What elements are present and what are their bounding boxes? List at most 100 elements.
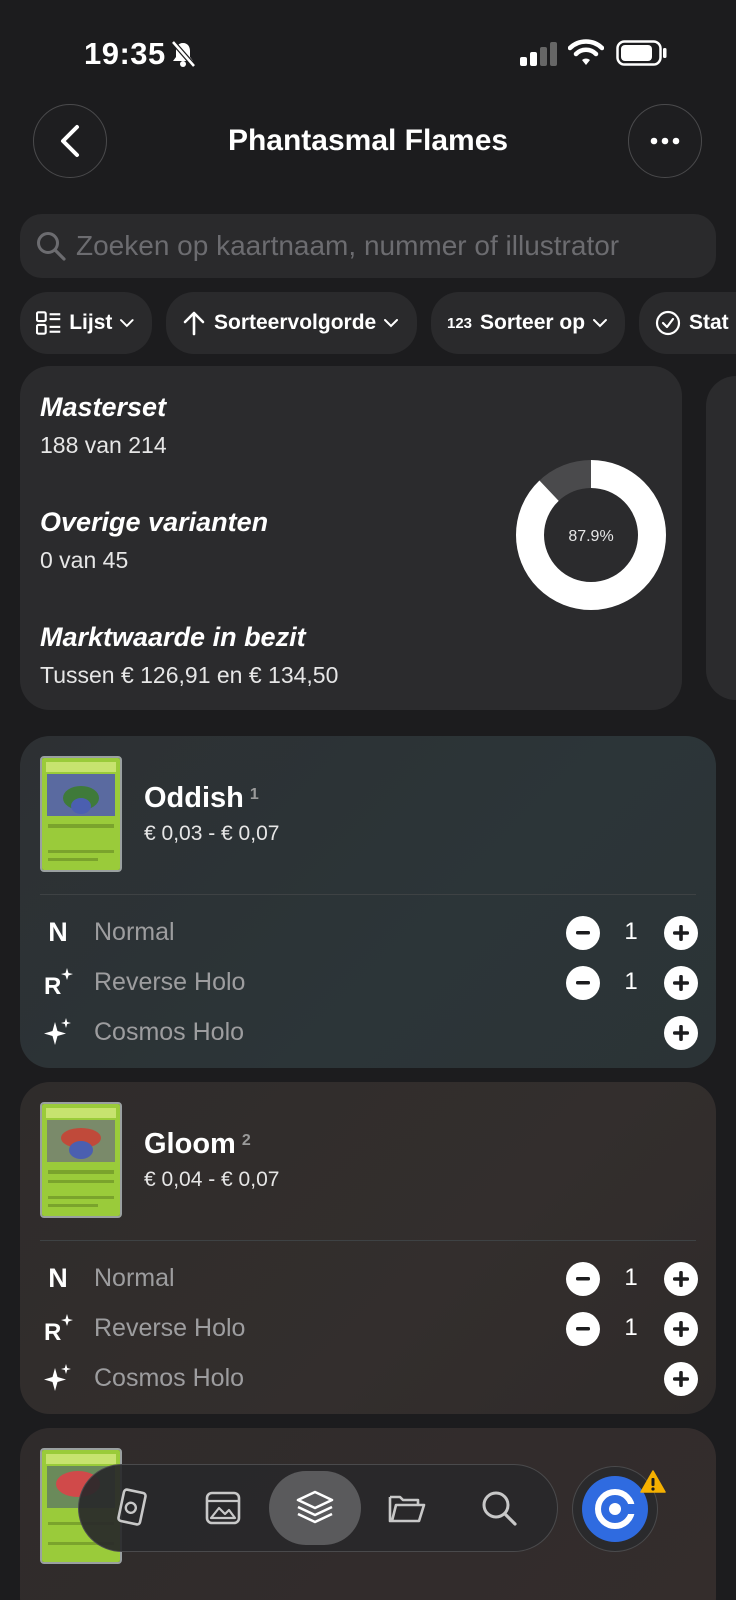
increment-button[interactable]: [664, 1016, 698, 1050]
variants-label: Overige varianten: [40, 507, 269, 537]
card-name-text: Gloom: [144, 1128, 236, 1160]
card-name[interactable]: Oddish 1: [144, 782, 259, 815]
decrement-button[interactable]: [566, 916, 600, 950]
chevron-down-icon: [593, 318, 607, 327]
masterset-label: Masterset: [40, 392, 167, 422]
plus-icon: [673, 1321, 689, 1337]
card-item: Gloom 2 € 0,04 - € 0,07 N Normal 1 R Reve…: [20, 1082, 716, 1414]
chevron-down-icon: [384, 318, 399, 327]
variant-label: Cosmos Holo: [94, 1364, 245, 1392]
normal-variant-icon: N: [48, 916, 68, 947]
variant-row-cosmos-holo: Cosmos Holo: [20, 1010, 716, 1054]
normal-variant-icon: N: [48, 1262, 68, 1293]
sort-by-chip[interactable]: 123 Sorteer op: [431, 292, 625, 354]
warning-icon: [640, 1470, 666, 1493]
decrement-button[interactable]: [566, 1262, 600, 1296]
card-thumbnail[interactable]: [40, 756, 122, 872]
reverse-holo-letter: R: [44, 973, 61, 998]
variant-row-cosmos-holo: Cosmos Holo: [20, 1356, 716, 1400]
numeric-sort-icon: 123: [447, 314, 473, 332]
search-icon: [37, 232, 66, 261]
list-view-icon: [36, 311, 61, 335]
sort-order-chip[interactable]: Sorteervolgorde: [166, 292, 417, 354]
status-bar: 19:35: [0, 0, 736, 100]
card-thumbnail[interactable]: [40, 1102, 122, 1218]
status-chip[interactable]: Stat: [639, 292, 736, 354]
chip-label: Lijst: [69, 311, 113, 334]
card-item: Oddish 1 € 0,03 - € 0,07 N Normal 1 R Rev…: [20, 736, 716, 1068]
quantity: 1: [624, 968, 638, 995]
chip-label: Sorteer op: [480, 311, 586, 334]
divider: [40, 894, 696, 895]
variants-value: 0 van 45: [40, 547, 129, 573]
cards-icon: [205, 1491, 241, 1525]
variant-row-normal: N Normal 1: [20, 910, 716, 954]
tab-folders[interactable]: [361, 1471, 453, 1545]
variant-label: Normal: [94, 918, 175, 946]
wifi-icon: [568, 39, 604, 65]
collection-stats-card[interactable]: Masterset 188 van 214 Overige varianten …: [20, 366, 682, 710]
divider: [40, 1240, 696, 1241]
card-art-image: [42, 758, 120, 870]
next-stats-card[interactable]: [706, 376, 736, 700]
plus-icon: [673, 925, 689, 941]
header: Phantasmal Flames: [0, 104, 736, 180]
filter-chips: Lijst Sorteervolgorde 123 Sorteer op Sta…: [20, 292, 736, 354]
card-name-text: Oddish: [144, 782, 244, 814]
search-input[interactable]: Zoeken op kaartnaam, nummer of illustrat…: [20, 214, 716, 278]
reverse-holo-icon: R: [40, 964, 76, 1000]
layers-icon: [296, 1490, 334, 1524]
market-value-label: Marktwaarde in bezit: [40, 622, 306, 652]
page-title: Phantasmal Flames: [227, 124, 509, 157]
plus-icon: [673, 1025, 689, 1041]
card-name[interactable]: Gloom 2: [144, 1128, 251, 1161]
scan-button-circle: [582, 1476, 648, 1542]
completion-percent: 87.9%: [568, 528, 613, 545]
bell-muted-icon: [171, 40, 196, 68]
chip-label: Stat: [689, 311, 729, 334]
chevron-down-icon: [120, 318, 134, 327]
scanner-icon: [595, 1489, 636, 1529]
reverse-holo-icon: R: [40, 1310, 76, 1346]
increment-button[interactable]: [664, 1312, 698, 1346]
ellipsis-icon: [650, 137, 680, 145]
view-mode-chip[interactable]: Lijst: [20, 292, 152, 354]
signal-icon: [520, 42, 557, 66]
folder-icon: [388, 1495, 426, 1523]
variant-row-normal: N Normal 1: [20, 1256, 716, 1300]
more-options-button[interactable]: [628, 104, 702, 178]
increment-button[interactable]: [664, 916, 698, 950]
sparkle-icon: [40, 1360, 76, 1396]
variant-label: Reverse Holo: [94, 968, 246, 996]
decrement-button[interactable]: [566, 966, 600, 1000]
pokedex-icon: [117, 1488, 147, 1526]
arrow-up-icon: [183, 311, 205, 336]
increment-button[interactable]: [664, 966, 698, 1000]
quantity: 1: [624, 1314, 638, 1341]
tab-search[interactable]: [453, 1471, 545, 1545]
tab-cards[interactable]: [177, 1471, 269, 1545]
variant-row-reverse-holo: R Reverse Holo 1: [20, 960, 716, 1004]
card-number: 1: [249, 786, 259, 803]
market-value: Tussen € 126,91 en € 134,50: [40, 662, 339, 688]
minus-icon: [576, 1277, 590, 1281]
tab-sets[interactable]: [269, 1471, 361, 1545]
plus-icon: [673, 1371, 689, 1387]
search-placeholder: Zoeken op kaartnaam, nummer of illustrat…: [76, 230, 620, 261]
card-number: 2: [241, 1132, 251, 1149]
variant-label: Normal: [94, 1264, 175, 1292]
decrement-button[interactable]: [566, 1312, 600, 1346]
increment-button[interactable]: [664, 1362, 698, 1396]
tab-pokedex[interactable]: [85, 1471, 177, 1545]
increment-button[interactable]: [664, 1262, 698, 1296]
variant-row-reverse-holo: R Reverse Holo 1: [20, 1306, 716, 1350]
reverse-holo-letter: R: [44, 1319, 61, 1344]
card-price: € 0,03 - € 0,07: [144, 822, 280, 845]
search-icon: [482, 1491, 517, 1526]
status-time: 19:35: [84, 36, 166, 71]
card-art-image: [42, 1104, 120, 1216]
check-circle-icon: [655, 310, 681, 336]
quantity: 1: [624, 1264, 638, 1291]
masterset-value: 188 van 214: [40, 432, 167, 458]
minus-icon: [576, 981, 590, 985]
